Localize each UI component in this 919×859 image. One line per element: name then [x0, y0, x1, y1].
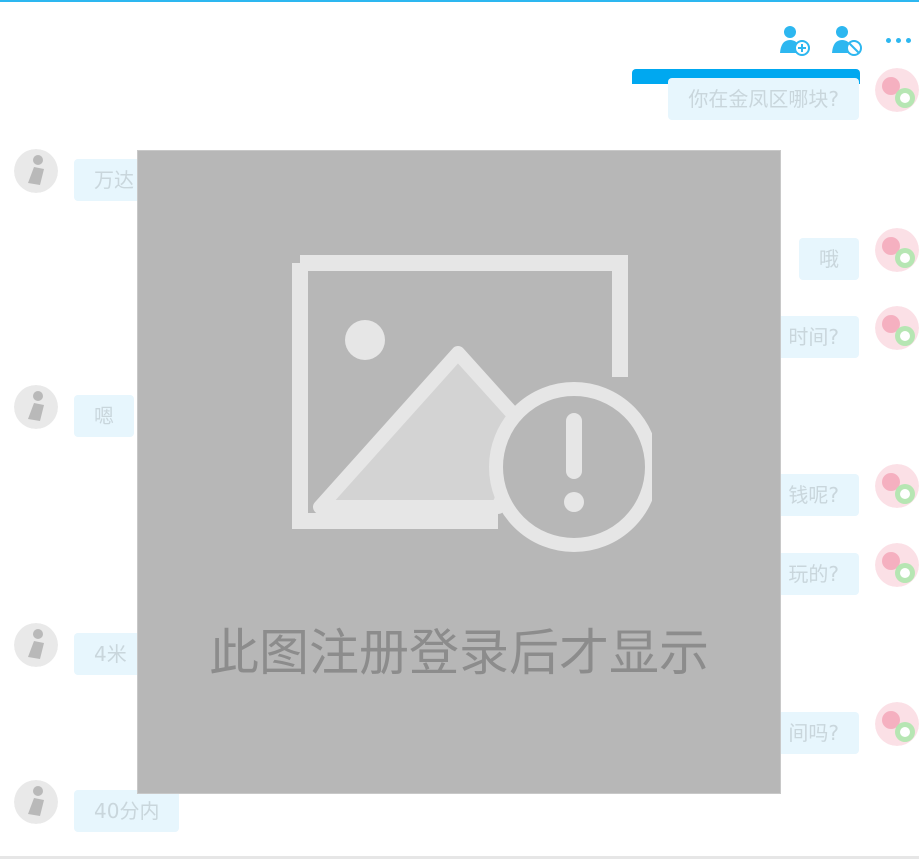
message-row: 你在金凤区哪块?: [0, 68, 919, 120]
message-bubble: 钱呢?: [768, 474, 859, 516]
more-dots-icon[interactable]: [881, 23, 915, 57]
message-bubble: 哦: [799, 238, 859, 280]
add-user-icon[interactable]: [777, 23, 811, 57]
avatar: [875, 68, 919, 112]
avatar: [875, 306, 919, 350]
avatar: [875, 228, 919, 272]
avatar: [875, 464, 919, 508]
block-user-icon[interactable]: [829, 23, 863, 57]
message-row: 40分内: [0, 780, 919, 832]
message-bubble: 间吗?: [768, 712, 859, 754]
broken-image-icon: [292, 255, 652, 552]
avatar: [875, 702, 919, 746]
avatar: [875, 543, 919, 587]
avatar: [14, 780, 58, 824]
chat-toolbar: [777, 22, 915, 58]
avatar: [14, 385, 58, 429]
avatar: [14, 623, 58, 667]
message-bubble: 你在金凤区哪块?: [668, 78, 859, 120]
message-bubble: 玩的?: [768, 553, 859, 595]
message-bubble: 嗯: [74, 395, 134, 437]
image-placeholder[interactable]: 此图注册登录后才显示: [138, 151, 780, 793]
top-border: [0, 0, 919, 2]
message-bubble: 4米: [74, 633, 147, 675]
message-bubble: 时间?: [768, 316, 859, 358]
avatar: [14, 149, 58, 193]
message-bubble: 40分内: [74, 790, 180, 832]
placeholder-caption: 此图注册登录后才显示: [209, 624, 709, 682]
